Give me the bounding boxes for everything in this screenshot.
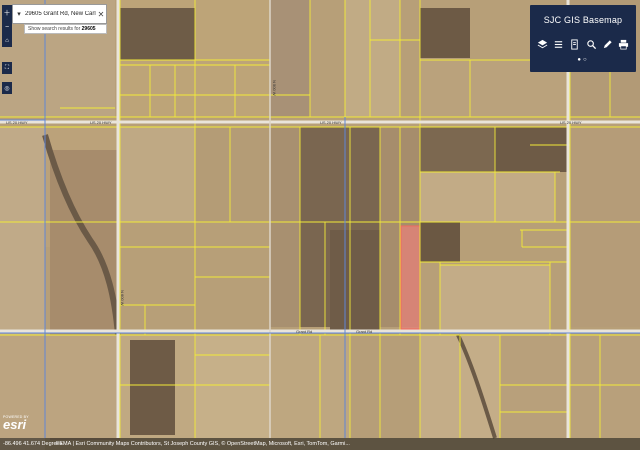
search-input[interactable]: 29605 Grant Rd, New Carlis: [25, 11, 96, 17]
road-label-us20-d: US 20 HWY: [560, 120, 582, 125]
coordinate-readout: -86.496 41.674 Degrees: [3, 441, 63, 447]
esri-logo: POWERED BY esri: [3, 415, 29, 432]
search-doc-icon[interactable]: [584, 37, 598, 51]
list-icon[interactable]: [551, 37, 565, 51]
locate-button[interactable]: ◎: [2, 82, 12, 94]
road-label-grant-a: Grant Rd: [296, 329, 312, 334]
chevron-down-icon[interactable]: ▾: [13, 10, 25, 18]
road-label-ns-a: N 600 W: [120, 290, 125, 306]
suggestion-term: 29605: [81, 26, 96, 32]
search-box[interactable]: ▾ 29605 Grant Rd, New Carlis ✕: [12, 4, 107, 24]
panel-title: SJC GIS Basemap: [543, 15, 623, 25]
home-icon: ⌂: [5, 38, 9, 44]
locate-icon: ◎: [4, 85, 10, 92]
road-label-us20-a: US 20 HWY: [6, 120, 28, 125]
plus-icon: ＋: [3, 9, 11, 17]
suggestion-prefix: Show search results for: [28, 26, 81, 32]
pager-dots[interactable]: ●○: [530, 57, 636, 63]
print-doc-icon[interactable]: [568, 37, 582, 51]
road-label-grant-b: Grant Rd: [356, 329, 372, 334]
attribution-text[interactable]: FEMA | Esri Community Maps Contributors,…: [56, 438, 350, 450]
search-suggestion[interactable]: Show search results for 29605: [24, 24, 107, 34]
close-icon[interactable]: ✕: [96, 10, 106, 19]
zoom-out-button[interactable]: −: [2, 20, 12, 35]
home-button[interactable]: ⌂: [2, 35, 12, 47]
road-label-us20-b: US 20 HWY: [90, 120, 112, 125]
layers-icon[interactable]: [535, 37, 549, 51]
road-label-ns-b: N 500 W: [272, 80, 277, 96]
basemap-panel: SJC GIS Basemap ●○: [530, 5, 636, 72]
expand-icon: ⛶: [4, 64, 10, 71]
printer-icon[interactable]: [617, 37, 631, 51]
minus-icon: −: [4, 24, 10, 31]
attribution-bar: -86.496 41.674 Degrees FEMA | Esri Commu…: [0, 438, 640, 450]
zoom-in-button[interactable]: ＋: [2, 5, 12, 20]
fullscreen-button[interactable]: ⛶: [2, 62, 12, 74]
edit-icon[interactable]: [600, 37, 614, 51]
road-label-us20-c: US 20 HWY: [320, 120, 342, 125]
